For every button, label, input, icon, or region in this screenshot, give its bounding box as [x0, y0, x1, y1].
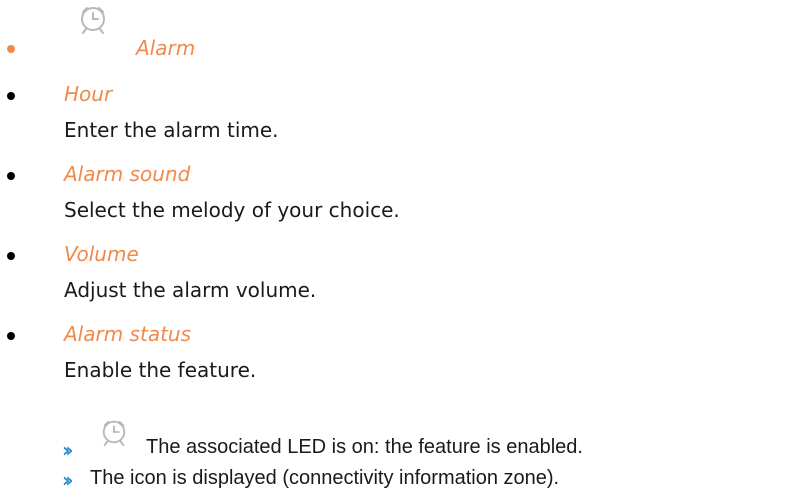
setting-term: Alarm status [64, 322, 192, 346]
note-marker-icon: ›› [62, 468, 74, 492]
note-marker-icon: ›› [62, 438, 74, 462]
setting-item-hour: Hour Enter the alarm time. [0, 80, 809, 150]
section-title: Alarm [136, 36, 196, 60]
note-text: The icon is displayed (connectivity info… [90, 467, 560, 489]
list-bullet [7, 172, 15, 180]
setting-description: Select the melody of your choice. [64, 198, 400, 222]
alarm-section-header: Alarm [0, 0, 809, 60]
setting-term: Hour [64, 82, 113, 106]
document-page: Alarm Hour Enter the alarm time. Alarm s… [0, 0, 809, 498]
setting-term: Alarm sound [64, 162, 191, 186]
setting-description: Adjust the alarm volume. [64, 278, 317, 302]
list-bullet [7, 92, 15, 100]
alarm-clock-icon [100, 418, 128, 450]
list-bullet [7, 252, 15, 260]
setting-item-volume: Volume Adjust the alarm volume. [0, 240, 809, 310]
note-icon-displayed: ›› The icon is displayed (connectivity i… [62, 464, 809, 492]
alarm-clock-icon [78, 4, 108, 38]
setting-term: Volume [64, 242, 139, 266]
header-bullet [7, 45, 15, 53]
setting-description: Enable the feature. [64, 358, 257, 382]
setting-item-alarm-status: Alarm status Enable the feature. [0, 320, 809, 390]
setting-item-alarm-sound: Alarm sound Select the melody of your ch… [0, 160, 809, 230]
note-led-on: ›› The associated LED is on: the feature… [62, 420, 809, 462]
list-bullet [7, 332, 15, 340]
note-text: The associated LED is on: the feature is… [146, 436, 583, 458]
setting-description: Enter the alarm time. [64, 118, 279, 142]
